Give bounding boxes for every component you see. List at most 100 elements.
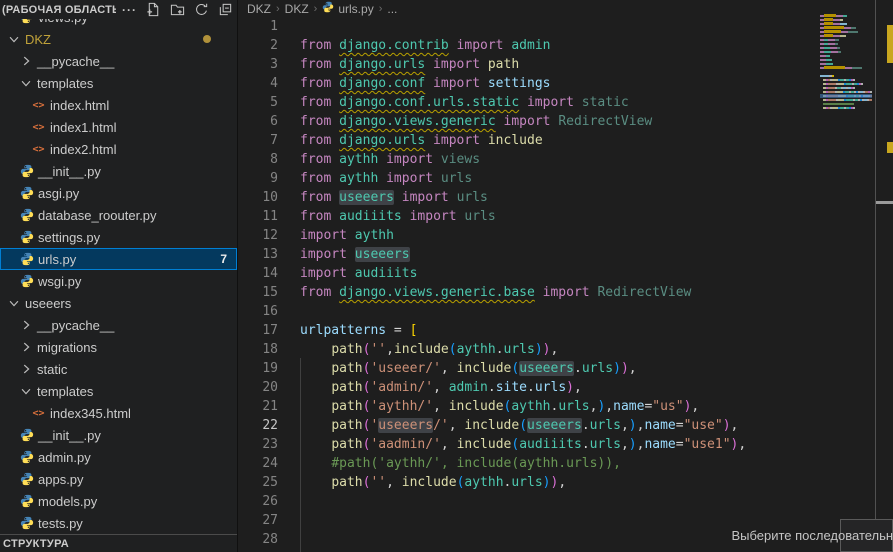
tree-file-apps-py[interactable]: apps.py	[0, 468, 237, 490]
tree-folder--pycache-[interactable]: __pycache__	[0, 314, 237, 336]
line-number[interactable]: 12	[239, 228, 278, 243]
line-number[interactable]: 21	[239, 399, 278, 414]
breadcrumb-item[interactable]: DKZ	[247, 2, 271, 16]
line-number[interactable]: 16	[239, 304, 278, 319]
code-line-1[interactable]: 1	[239, 17, 875, 36]
tree-folder-templates[interactable]: templates	[0, 72, 237, 94]
code-line-21[interactable]: 21 path('aythh/', include(aythh.urls,),n…	[239, 397, 875, 416]
overview-ruler[interactable]	[875, 0, 893, 552]
code-line-2[interactable]: 2from django.contrib import admin	[239, 36, 875, 55]
code-line-16[interactable]: 16	[239, 302, 875, 321]
tree-file-index1-html[interactable]: <>index1.html	[0, 116, 237, 138]
new-file-icon[interactable]	[145, 2, 161, 18]
line-number[interactable]: 6	[239, 114, 278, 129]
code-line-20[interactable]: 20 path('admin/', admin.site.urls),	[239, 378, 875, 397]
code-line-7[interactable]: 7from django.urls import include	[239, 131, 875, 150]
code-line-26[interactable]: 26	[239, 492, 875, 511]
line-number[interactable]: 27	[239, 513, 278, 528]
line-number[interactable]: 3	[239, 57, 278, 72]
breadcrumb-item[interactable]: DKZ	[285, 2, 309, 16]
line-number[interactable]: 5	[239, 95, 278, 110]
code-line-6[interactable]: 6from django.views.generic import Redire…	[239, 112, 875, 131]
code-line-25[interactable]: 25 path('', include(aythh.urls)),	[239, 473, 875, 492]
tree-file-index345-html[interactable]: <>index345.html	[0, 402, 237, 424]
code-text: urlpatterns = [	[300, 323, 417, 338]
code-line-4[interactable]: 4from django.conf import settings	[239, 74, 875, 93]
line-number[interactable]: 15	[239, 285, 278, 300]
line-number[interactable]: 23	[239, 437, 278, 452]
code-line-11[interactable]: 11from audiiits import urls	[239, 207, 875, 226]
line-number[interactable]: 10	[239, 190, 278, 205]
tree-file-admin-py[interactable]: admin.py	[0, 446, 237, 468]
line-number[interactable]: 22	[239, 418, 278, 433]
tree-file-index2-html[interactable]: <>index2.html	[0, 138, 237, 160]
chevron-down-icon[interactable]	[6, 295, 22, 311]
code-line-17[interactable]: 17 urlpatterns = [	[239, 321, 875, 340]
tree-file-index-html[interactable]: <>index.html	[0, 94, 237, 116]
line-number[interactable]: 7	[239, 133, 278, 148]
explorer-header: (РАБОЧАЯ ОБЛАСТЬ) ... ···	[0, 0, 237, 19]
code-line-14[interactable]: 14import audiiits	[239, 264, 875, 283]
tree-folder-dkz[interactable]: DKZ	[0, 28, 237, 50]
chevron-down-icon[interactable]	[18, 383, 34, 399]
chevron-right-icon[interactable]	[18, 317, 34, 333]
tree-file-database-roouter-py[interactable]: database_roouter.py	[0, 204, 237, 226]
chevron-right-icon[interactable]	[18, 53, 34, 69]
collapse-all-icon[interactable]	[217, 2, 233, 18]
code-line-18[interactable]: 18 path('',include(aythh.urls)),	[239, 340, 875, 359]
code-line-3[interactable]: 3from django.urls import path	[239, 55, 875, 74]
tree-folder-migrations[interactable]: migrations	[0, 336, 237, 358]
line-number[interactable]: 24	[239, 456, 278, 471]
line-number[interactable]: 2	[239, 38, 278, 53]
breadcrumb-item[interactable]: urls.py	[322, 1, 373, 16]
tree-file-asgi-py[interactable]: asgi.py	[0, 182, 237, 204]
tree-file--init-py[interactable]: __init__.py	[0, 424, 237, 446]
line-number[interactable]: 17	[239, 323, 278, 338]
code-line-19[interactable]: 19 path('useeer/', include(useeers.urls)…	[239, 359, 875, 378]
line-number[interactable]: 14	[239, 266, 278, 281]
line-number[interactable]: 13	[239, 247, 278, 262]
chevron-down-icon[interactable]	[18, 75, 34, 91]
line-number[interactable]: 8	[239, 152, 278, 167]
line-number[interactable]: 28	[239, 532, 278, 547]
minimap[interactable]	[820, 10, 872, 122]
code-line-10[interactable]: 10from useeers import urls	[239, 188, 875, 207]
line-number[interactable]: 1	[239, 19, 278, 34]
breadcrumb-item[interactable]: ...	[387, 2, 397, 16]
tree-folder--pycache-[interactable]: __pycache__	[0, 50, 237, 72]
code-line-23[interactable]: 23 path('aadmin/', include(audiiits.urls…	[239, 435, 875, 454]
chevron-down-icon[interactable]	[6, 31, 22, 47]
outline-section-header[interactable]: СТРУКТУРА	[0, 534, 237, 552]
line-number[interactable]: 4	[239, 76, 278, 91]
code-area[interactable]: 1 2from django.contrib import admin3from …	[239, 17, 875, 552]
tree-folder-templates[interactable]: templates	[0, 380, 237, 402]
tree-file-urls-py[interactable]: urls.py7	[0, 248, 237, 270]
code-line-5[interactable]: 5from django.conf.urls.static import sta…	[239, 93, 875, 112]
new-folder-icon[interactable]	[169, 2, 185, 18]
tree-folder-useeers[interactable]: useeers	[0, 292, 237, 314]
tree-file-wsgi-py[interactable]: wsgi.py	[0, 270, 237, 292]
code-line-22[interactable]: 22 path('useeers/', include(useeers.urls…	[239, 416, 875, 435]
code-line-12[interactable]: 12import aythh	[239, 226, 875, 245]
chevron-right-icon[interactable]	[18, 339, 34, 355]
code-line-8[interactable]: 8from aythh import views	[239, 150, 875, 169]
tree-file-models-py[interactable]: models.py	[0, 490, 237, 512]
code-line-24[interactable]: 24 #path('aythh/', include(aythh.urls)),	[239, 454, 875, 473]
tree-file-tests-py[interactable]: tests.py	[0, 512, 237, 534]
line-number[interactable]: 26	[239, 494, 278, 509]
tree-file--init-py[interactable]: __init__.py	[0, 160, 237, 182]
code-line-15[interactable]: 15from django.views.generic.base import …	[239, 283, 875, 302]
line-number[interactable]: 18	[239, 342, 278, 357]
line-number[interactable]: 9	[239, 171, 278, 186]
code-line-13[interactable]: 13import useeers	[239, 245, 875, 264]
line-number[interactable]: 19	[239, 361, 278, 376]
tree-file-settings-py[interactable]: settings.py	[0, 226, 237, 248]
chevron-right-icon[interactable]	[18, 361, 34, 377]
code-line-9[interactable]: 9from aythh import urls	[239, 169, 875, 188]
line-number[interactable]: 20	[239, 380, 278, 395]
refresh-icon[interactable]	[193, 2, 209, 18]
tree-folder-static[interactable]: static	[0, 358, 237, 380]
line-number[interactable]: 11	[239, 209, 278, 224]
line-number[interactable]: 25	[239, 475, 278, 490]
more-actions-button[interactable]: ···	[122, 3, 137, 17]
